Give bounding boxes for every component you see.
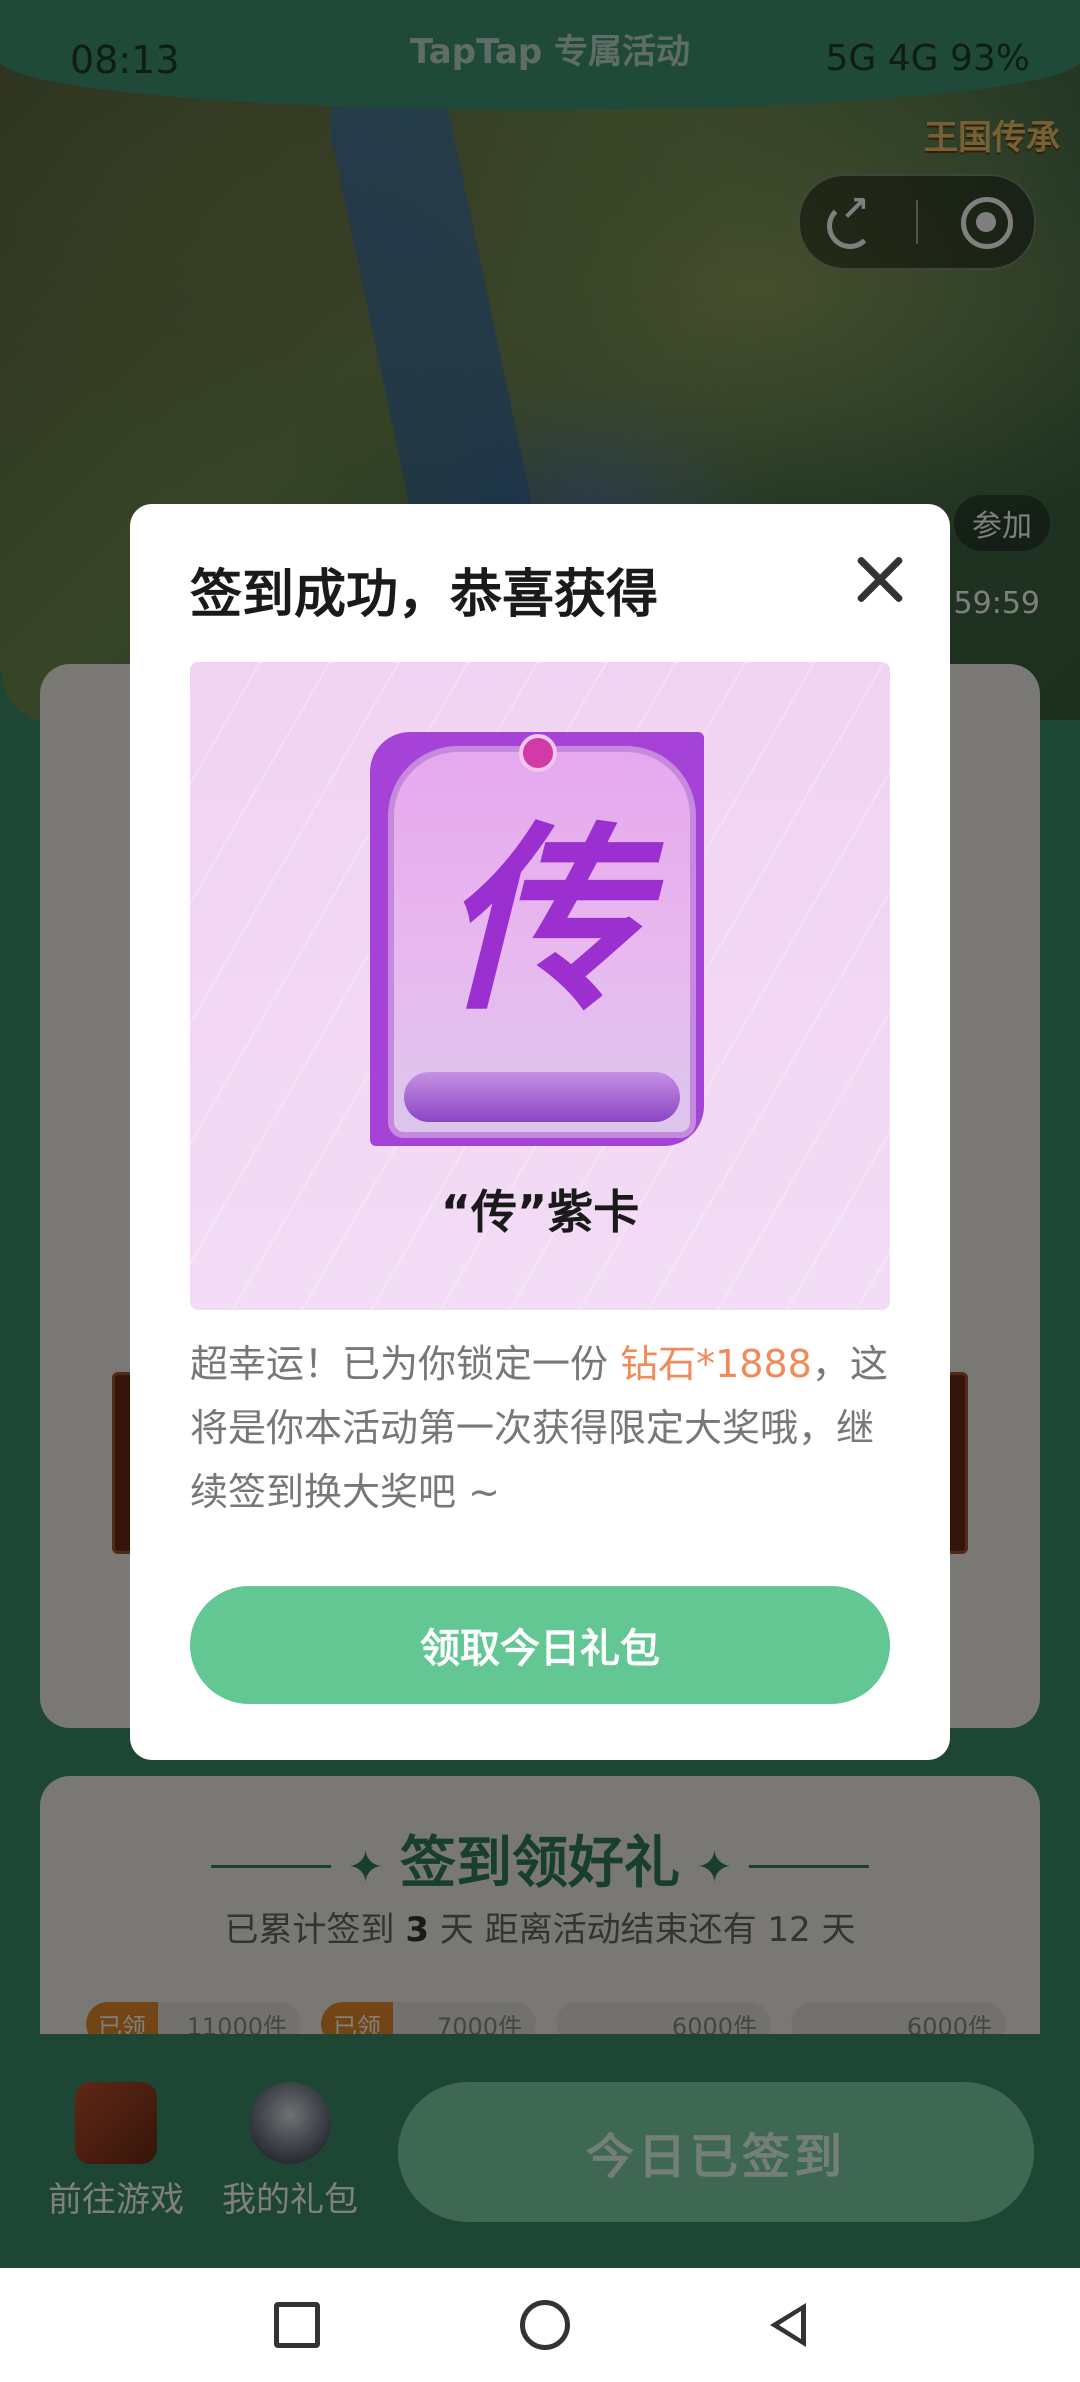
- claim-gift-button[interactable]: 领取今日礼包: [190, 1586, 890, 1704]
- dialog-title: 签到成功，恭喜获得: [190, 565, 659, 625]
- checkin-success-dialog: 签到成功，恭喜获得 传 “传”紫卡 超幸运！已为你锁定一份 钻石*1888，这将…: [130, 504, 950, 1760]
- card-inner: 传: [388, 746, 696, 1138]
- card-gem: [519, 734, 557, 772]
- close-icon[interactable]: [848, 548, 912, 612]
- recents-icon[interactable]: [274, 2302, 320, 2348]
- back-icon[interactable]: [770, 2303, 806, 2347]
- desc-text-before: 超幸运！已为你锁定一份: [190, 1342, 621, 1386]
- purple-card-image: 传: [370, 732, 704, 1146]
- card-base: [404, 1072, 680, 1122]
- reward-name: “传”紫卡: [440, 1185, 640, 1239]
- card-glyph: 传: [441, 805, 642, 1038]
- dialog-description: 超幸运！已为你锁定一份 钻石*1888，这将是你本活动第一次获得限定大奖哦，继续…: [190, 1332, 890, 1524]
- home-icon[interactable]: [520, 2300, 570, 2350]
- reward-panel: 传 “传”紫卡: [190, 662, 890, 1310]
- system-nav-bar: [0, 2268, 1080, 2382]
- desc-highlight: 钻石*1888: [620, 1342, 812, 1386]
